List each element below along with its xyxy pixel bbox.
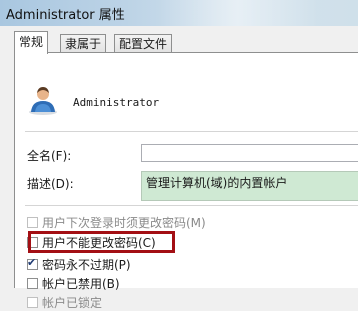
general-panel: Administrator 全名(F): 描述(D): 管理计算机(域)的内置帐… bbox=[14, 52, 358, 310]
divider bbox=[25, 205, 358, 206]
dialog-content: 常规 隶属于 配置文件 Administrator 全名(F): 描述(D): … bbox=[8, 26, 358, 310]
option-password-never-expires[interactable]: ✔ 密码永不过期(P) bbox=[27, 255, 131, 273]
option-label: 用户不能更改密码(C) bbox=[42, 235, 156, 250]
option-account-locked[interactable]: 帐户已锁定 bbox=[27, 293, 102, 311]
checkmark-icon: ✔ bbox=[27, 255, 37, 269]
full-name-label: 全名(F): bbox=[27, 149, 72, 163]
username-text: Administrator bbox=[73, 96, 160, 109]
option-label: 用户下次登录时须更改密码(M) bbox=[42, 215, 206, 230]
title-bar-gloss bbox=[158, 0, 318, 26]
tab-general[interactable]: 常规 bbox=[14, 31, 49, 54]
option-label: 帐户已禁用(B) bbox=[42, 276, 120, 291]
option-account-disabled[interactable]: 帐户已禁用(B) bbox=[27, 274, 120, 292]
option-cannot-change-password[interactable]: 用户不能更改密码(C) bbox=[27, 233, 156, 251]
title-bar[interactable]: Administrator 属性 bbox=[0, 0, 358, 26]
option-must-change-password[interactable]: 用户下次登录时须更改密码(M) bbox=[27, 213, 206, 231]
option-label: 帐户已锁定 bbox=[42, 295, 103, 310]
checkbox-account-locked[interactable] bbox=[27, 296, 38, 308]
divider bbox=[25, 131, 358, 132]
user-icon bbox=[29, 87, 57, 115]
tab-member-of[interactable]: 隶属于 bbox=[60, 34, 107, 52]
description-field[interactable]: 管理计算机(域)的内置帐户 bbox=[141, 171, 358, 201]
window-title: Administrator 属性 bbox=[6, 8, 125, 23]
full-name-field[interactable] bbox=[141, 144, 358, 162]
description-label: 描述(D): bbox=[27, 177, 74, 191]
checkbox-password-never-expires[interactable]: ✔ bbox=[27, 255, 38, 270]
checkbox-account-disabled[interactable] bbox=[27, 277, 38, 289]
tab-profile[interactable]: 配置文件 bbox=[114, 34, 173, 52]
checkbox-must-change-password[interactable] bbox=[27, 216, 38, 228]
checkbox-cannot-change-password[interactable] bbox=[27, 236, 38, 248]
option-label: 密码永不过期(P) bbox=[42, 257, 131, 272]
